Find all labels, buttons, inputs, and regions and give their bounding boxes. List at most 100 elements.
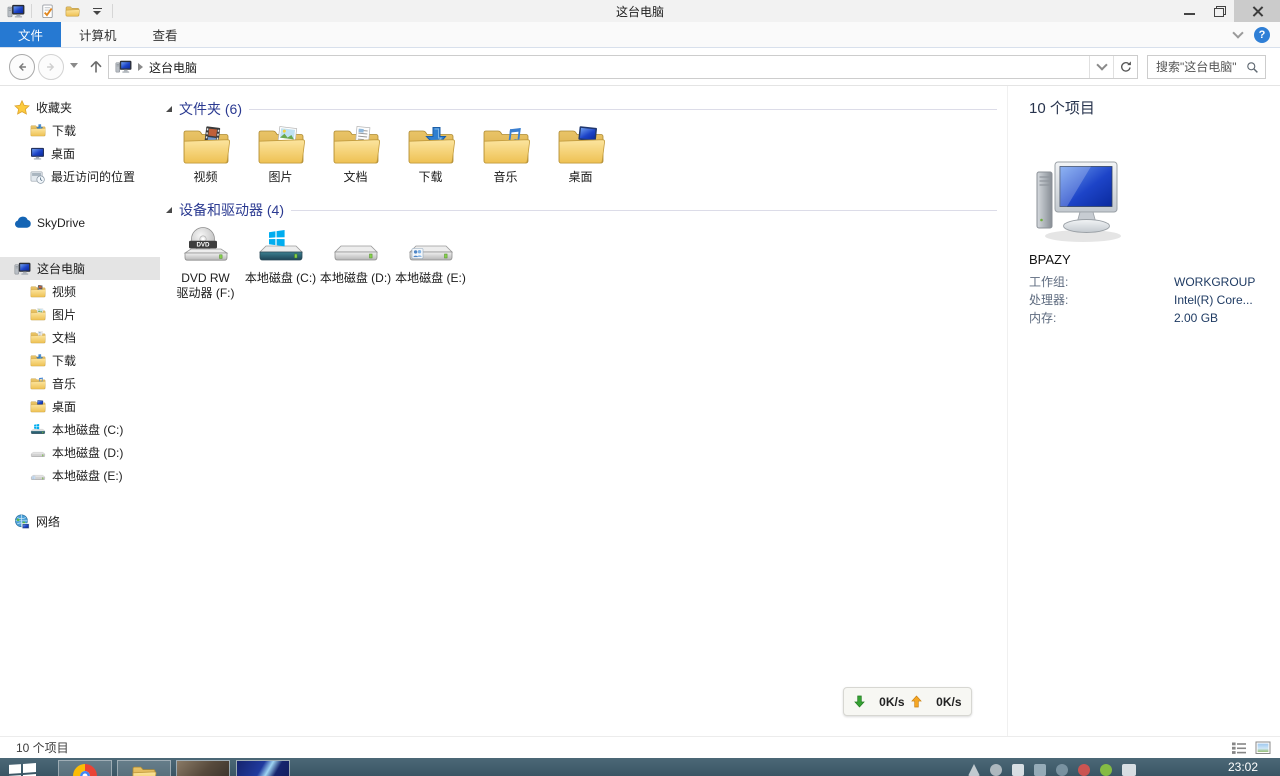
desktop-folder-icon (557, 126, 605, 166)
sidebar-label: 最近访问的位置 (51, 170, 136, 184)
breadcrumb[interactable]: 这台电脑 (109, 56, 203, 78)
sidebar-item-this-pc[interactable]: 这台电脑 (0, 257, 160, 280)
taskbar-button-photo-app[interactable] (176, 760, 230, 776)
address-bar[interactable]: 这台电脑 (108, 55, 1138, 79)
network-speed-widget[interactable]: 0K/s 0K/s (843, 687, 972, 716)
property-value: 2.00 GB (1174, 311, 1219, 325)
collapse-ribbon-icon[interactable] (1232, 26, 1244, 39)
taskbar-button-explorer[interactable] (117, 760, 171, 776)
folder-tile-desktop[interactable]: 桌面 (543, 126, 618, 185)
sidebar-item-music[interactable]: 音乐 (0, 372, 160, 395)
device-tile-drive-d[interactable]: 本地磁盘 (D:) (318, 227, 393, 301)
sidebar-item-drive-c[interactable]: 本地磁盘 (C:) (0, 418, 160, 441)
tray-icon[interactable] (1056, 764, 1068, 776)
start-button[interactable] (8, 761, 42, 776)
sidebar-item-skydrive[interactable]: SkyDrive (0, 211, 160, 234)
sidebar-item-desktop[interactable]: 桌面 (0, 142, 160, 165)
sidebar-label: 桌面 (52, 400, 77, 414)
folder-tile-documents[interactable]: 文档 (318, 126, 393, 185)
computer-name: BPAZY (1029, 252, 1071, 267)
thumbnails-view-button[interactable] (1254, 739, 1272, 757)
drive-c-icon (257, 227, 305, 267)
tray-icon[interactable] (968, 764, 980, 776)
sidebar-item-drive-d[interactable]: 本地磁盘 (D:) (0, 441, 160, 464)
folder-tile-videos[interactable]: 视频 (168, 126, 243, 185)
up-button[interactable] (84, 55, 108, 79)
folder-tiles: 视频 图片 文档 下载 音乐 桌面 (160, 120, 1007, 185)
tray-icon[interactable] (1034, 764, 1046, 776)
address-dropdown-button[interactable] (1089, 56, 1113, 78)
group-header-devices[interactable]: 设备和驱动器 (4) (166, 199, 997, 221)
tab-computer[interactable]: 计算机 (61, 22, 135, 47)
new-folder-icon (65, 5, 80, 18)
sidebar-item-downloads-pc[interactable]: 下载 (0, 349, 160, 372)
address-bar-buttons (1089, 56, 1137, 78)
device-tile-drive-c[interactable]: 本地磁盘 (C:) (243, 227, 318, 301)
back-button[interactable] (9, 54, 35, 80)
sidebar-item-downloads[interactable]: 下载 (0, 119, 160, 142)
property-row: 处理器: Intel(R) Core... (1029, 291, 1270, 309)
breadcrumb-root[interactable]: 这台电脑 (149, 59, 197, 76)
sidebar-label: 网络 (36, 515, 61, 529)
taskbar-clock[interactable]: 23:02 (1228, 760, 1258, 774)
tab-view[interactable]: 查看 (135, 22, 196, 47)
new-folder-button[interactable] (62, 1, 82, 21)
sidebar-label: 音乐 (52, 377, 77, 391)
sidebar-item-documents[interactable]: 文档 (0, 326, 160, 349)
drive-icon (30, 446, 46, 459)
search-input[interactable] (1148, 60, 1246, 74)
group-rule (291, 209, 997, 211)
sidebar-label: 文档 (52, 331, 77, 345)
tab-file[interactable]: 文件 (0, 22, 62, 47)
search-button[interactable] (1246, 61, 1265, 74)
system-menu-button[interactable] (6, 1, 26, 21)
sidebar-item-recent-places[interactable]: 最近访问的位置 (0, 165, 160, 188)
sidebar-item-desktop-pc[interactable]: 桌面 (0, 395, 160, 418)
taskbar-button-media-app[interactable] (236, 760, 290, 776)
details-view-button[interactable] (1230, 739, 1248, 757)
minimize-button[interactable] (1174, 0, 1204, 22)
tile-label: 下载 (418, 170, 443, 184)
music-folder-icon (482, 126, 530, 166)
breadcrumb-chevron-icon[interactable] (138, 63, 143, 71)
tray-icon[interactable] (1012, 764, 1024, 776)
sidebar-item-network[interactable]: 网络 (0, 510, 160, 533)
system-tray[interactable] (968, 764, 1136, 776)
close-button[interactable] (1234, 0, 1280, 22)
sidebar-item-videos[interactable]: 视频 (0, 280, 160, 303)
sidebar-item-favorites[interactable]: 收藏夹 (0, 96, 160, 119)
group-header-folders[interactable]: 文件夹 (6) (166, 98, 997, 120)
separator (31, 4, 32, 18)
properties-button[interactable] (37, 1, 57, 21)
tray-icon[interactable] (1122, 764, 1136, 776)
back-arrow-icon (18, 63, 26, 71)
chrome-icon (73, 764, 97, 776)
upload-speed: 0K/s (936, 694, 962, 709)
restore-button[interactable] (1204, 0, 1234, 22)
tray-icon[interactable] (990, 764, 1002, 776)
folder-tile-pictures[interactable]: 图片 (243, 126, 318, 185)
navigation-pane: 收藏夹 下载 桌面 最近访问的位置 SkyDrive 这台电脑 视频 图片 文档… (0, 86, 160, 736)
computer-icon (7, 4, 25, 19)
drive-shared-icon (30, 469, 46, 482)
customize-qat-button[interactable] (87, 1, 107, 21)
sidebar-item-pictures[interactable]: 图片 (0, 303, 160, 326)
refresh-button[interactable] (1113, 56, 1137, 78)
details-view-icon (1231, 740, 1247, 756)
folder-tile-music[interactable]: 音乐 (468, 126, 543, 185)
taskbar-button-chrome[interactable] (58, 760, 112, 776)
explorer-body: 收藏夹 下载 桌面 最近访问的位置 SkyDrive 这台电脑 视频 图片 文档… (0, 86, 1280, 736)
tile-label: 视频 (193, 170, 218, 184)
history-dropdown-button[interactable] (70, 63, 78, 68)
quick-access-toolbar (0, 0, 113, 22)
tray-icon[interactable] (1100, 764, 1112, 776)
tray-icon[interactable] (1078, 764, 1090, 776)
help-button[interactable]: ? (1254, 26, 1270, 43)
device-tile-dvd[interactable]: DVD RW 驱动器 (F:) (168, 227, 243, 301)
forward-button[interactable] (38, 54, 64, 80)
overline (92, 7, 102, 9)
device-tile-drive-e[interactable]: 本地磁盘 (E:) (393, 227, 468, 301)
sidebar-item-drive-e[interactable]: 本地磁盘 (E:) (0, 464, 160, 487)
documents-folder-icon (332, 126, 380, 166)
folder-tile-downloads[interactable]: 下载 (393, 126, 468, 185)
